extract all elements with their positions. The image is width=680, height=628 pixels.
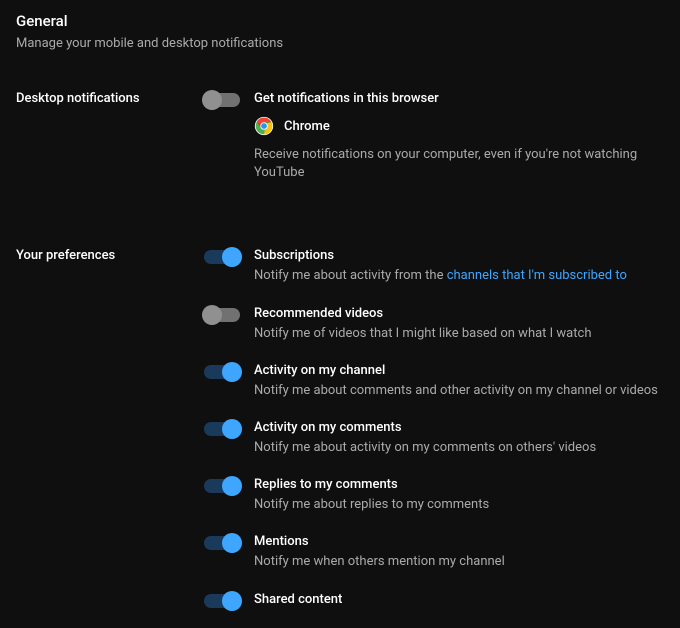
toggle-knob bbox=[222, 247, 242, 267]
subscriptions-desc: Notify me about activity from the channe… bbox=[254, 267, 664, 285]
activity-comments-toggle[interactable] bbox=[204, 422, 240, 436]
subscribed-channels-link[interactable]: channels that I'm subscribed to bbox=[447, 268, 627, 283]
toggle-knob bbox=[222, 476, 242, 496]
toggle-knob bbox=[222, 419, 242, 439]
toggle-knob bbox=[222, 591, 242, 611]
subscriptions-title: Subscriptions bbox=[254, 248, 664, 263]
activity-channel-toggle[interactable] bbox=[204, 365, 240, 379]
replies-comments-title: Replies to my comments bbox=[254, 477, 664, 492]
mentions-toggle[interactable] bbox=[204, 536, 240, 550]
toggle-knob bbox=[222, 362, 242, 382]
subscriptions-desc-text: Notify me about activity from the bbox=[254, 268, 447, 283]
replies-comments-desc: Notify me about replies to my comments bbox=[254, 496, 664, 514]
activity-comments-title: Activity on my comments bbox=[254, 420, 664, 435]
toggle-knob bbox=[202, 90, 222, 110]
page-subtitle: Manage your mobile and desktop notificat… bbox=[16, 36, 664, 51]
browser-name: Chrome bbox=[284, 119, 330, 134]
desktop-notifications-title: Get notifications in this browser bbox=[254, 91, 664, 106]
activity-channel-title: Activity on my channel bbox=[254, 363, 664, 378]
subscriptions-toggle[interactable] bbox=[204, 250, 240, 264]
mentions-title: Mentions bbox=[254, 534, 664, 549]
toggle-knob bbox=[202, 305, 222, 325]
section-label-preferences: Your preferences bbox=[16, 248, 204, 627]
shared-content-toggle[interactable] bbox=[204, 594, 240, 608]
desktop-notifications-toggle[interactable] bbox=[204, 93, 240, 107]
section-label-desktop: Desktop notifications bbox=[16, 91, 204, 204]
replies-comments-toggle[interactable] bbox=[204, 479, 240, 493]
chrome-icon bbox=[254, 116, 274, 136]
recommended-videos-toggle[interactable] bbox=[204, 308, 240, 322]
desktop-notifications-desc: Receive notifications on your computer, … bbox=[254, 146, 664, 182]
activity-channel-desc: Notify me about comments and other activ… bbox=[254, 382, 664, 400]
activity-comments-desc: Notify me about activity on my comments … bbox=[254, 439, 664, 457]
toggle-knob bbox=[222, 533, 242, 553]
shared-content-title: Shared content bbox=[254, 592, 664, 607]
recommended-videos-title: Recommended videos bbox=[254, 306, 664, 321]
mentions-desc: Notify me when others mention my channel bbox=[254, 553, 664, 571]
page-title: General bbox=[16, 12, 664, 30]
recommended-videos-desc: Notify me of videos that I might like ba… bbox=[254, 325, 664, 343]
